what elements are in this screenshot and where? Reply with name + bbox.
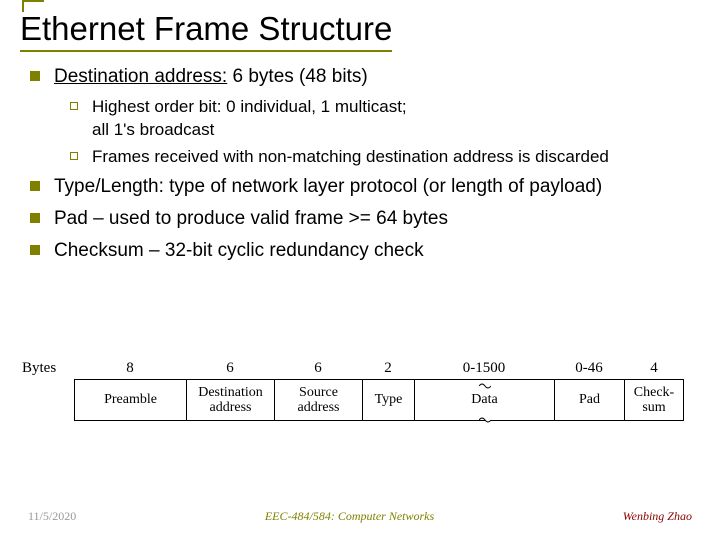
bytes-value: 8 [74,360,186,377]
square-bullet-icon [30,71,40,81]
bytes-row-label: Bytes [22,360,74,377]
frame-field-box: Type [362,379,414,421]
bytes-value: 4 [624,360,684,377]
square-bullet-icon [30,245,40,255]
bytes-value: 6 [274,360,362,377]
hollow-square-icon [70,102,78,110]
frame-field-box: Check- sum [624,379,684,421]
dest-addr-suffix: 6 bytes (48 bits) [227,66,367,87]
content-body: Destination address: 6 bytes (48 bits) H… [0,52,720,263]
frame-box-row: PreambleDestination addressSource addres… [22,379,698,421]
bytes-header-row: Bytes 86620-15000-464 [22,360,698,377]
bullet-main-3: Pad – used to produce valid frame >= 64 … [30,206,700,232]
footer-author: Wenbing Zhao [623,509,692,524]
bytes-value: 6 [186,360,274,377]
bullet-main-4: Checksum – 32-bit cyclic redundancy chec… [30,238,700,264]
bullet-sub-2: Frames received with non-matching destin… [70,146,700,169]
bytes-columns: 86620-15000-464 [74,360,684,377]
bullet-text-3: Pad – used to produce valid frame >= 64 … [54,206,700,232]
slide-title: Ethernet Frame Structure [20,10,392,52]
frame-field-box: Pad [554,379,624,421]
bullet-main-2: Type/Length: type of network layer proto… [30,174,700,200]
frame-field-box: Data [414,379,554,421]
hollow-square-icon [70,152,78,160]
frame-boxes: PreambleDestination addressSource addres… [74,379,684,421]
frame-field-box: Source address [274,379,362,421]
box-row-spacer [22,379,74,421]
sub-text-1: Highest order bit: 0 individual, 1 multi… [92,96,700,142]
frame-field-box: Preamble [74,379,186,421]
bytes-value: 2 [362,360,414,377]
sub-text-2: Frames received with non-matching destin… [92,146,700,169]
square-bullet-icon [30,213,40,223]
bullet-main-1: Destination address: 6 bytes (48 bits) [30,64,700,90]
dest-addr-label: Destination address: [54,66,227,87]
bullet-sub-1: Highest order bit: 0 individual, 1 multi… [70,96,700,142]
break-mark-icon [479,413,491,421]
frame-field-box: Destination address [186,379,274,421]
bytes-value: 0-46 [554,360,624,377]
footer-course: EEC-484/584: Computer Networks [265,509,434,524]
footer-date: 11/5/2020 [28,509,76,524]
break-mark-icon [479,379,491,387]
bullet-text-2: Type/Length: type of network layer proto… [54,174,700,200]
bytes-value: 0-1500 [414,360,554,377]
frame-diagram: Bytes 86620-15000-464 PreambleDestinatio… [22,360,698,421]
title-accent [22,0,44,12]
slide: Ethernet Frame Structure Destination add… [0,0,720,540]
title-area: Ethernet Frame Structure [0,0,720,52]
bullet-text: Destination address: 6 bytes (48 bits) [54,64,700,90]
slide-footer: 11/5/2020 EEC-484/584: Computer Networks… [0,509,720,524]
square-bullet-icon [30,181,40,191]
bullet-text-4: Checksum – 32-bit cyclic redundancy chec… [54,238,700,264]
sub-list: Highest order bit: 0 individual, 1 multi… [30,96,700,169]
